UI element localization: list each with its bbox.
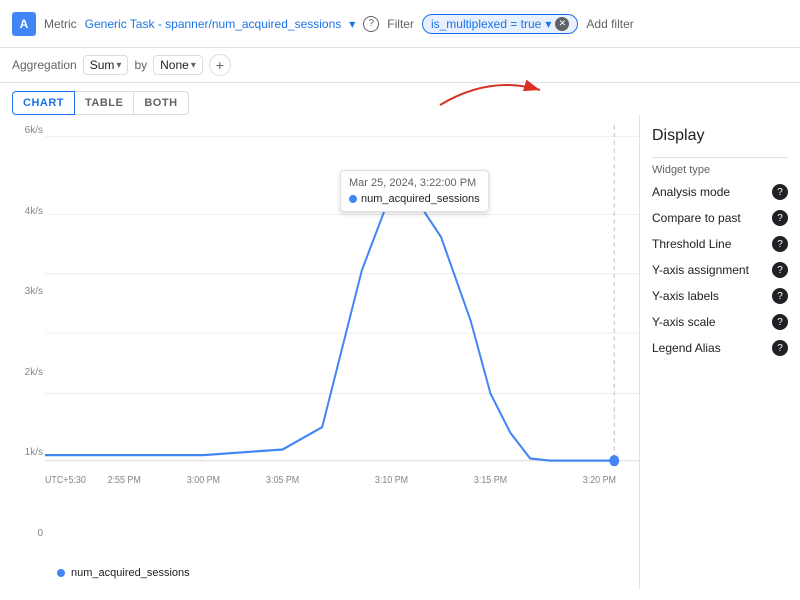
x-label-300: 3:00 PM bbox=[187, 475, 220, 487]
x-label-255: 2:55 PM bbox=[108, 475, 141, 487]
aggregation-label: Aggregation bbox=[12, 58, 77, 72]
chart-line bbox=[45, 192, 614, 461]
y-axis-label-2k: 2k/s bbox=[5, 367, 43, 378]
widget-type-divider bbox=[652, 157, 788, 158]
compare-to-past-row[interactable]: Compare to past ? bbox=[652, 210, 788, 226]
right-panel: Display Widget type Analysis mode ? Comp… bbox=[640, 115, 800, 589]
x-label-315: 3:15 PM bbox=[474, 475, 507, 487]
aggregation-none-chevron: ▾ bbox=[191, 60, 196, 71]
y-axis-scale-help-icon[interactable]: ? bbox=[772, 314, 788, 330]
threshold-line-row[interactable]: Threshold Line ? bbox=[652, 236, 788, 252]
y-axis-assignment-help-icon[interactable]: ? bbox=[772, 262, 788, 278]
metric-help-icon[interactable]: ? bbox=[363, 16, 379, 32]
analysis-mode-help-icon[interactable]: ? bbox=[772, 184, 788, 200]
x-label-utc: UTC+5:30 bbox=[45, 475, 86, 487]
y-axis-labels-row[interactable]: Y-axis labels ? bbox=[652, 288, 788, 304]
chart-area: 6k/s 4k/s 3k/s 2k/s 1k/s 0 bbox=[0, 115, 640, 589]
threshold-line-help-icon[interactable]: ? bbox=[772, 236, 788, 252]
y-axis-label-3k: 3k/s bbox=[5, 286, 43, 297]
widget-type-label: Widget type bbox=[652, 164, 788, 176]
tab-both[interactable]: BOTH bbox=[134, 91, 188, 115]
y-axis-labels-help-icon[interactable]: ? bbox=[772, 288, 788, 304]
add-aggregation-button[interactable]: + bbox=[209, 54, 231, 76]
y-axis-labels-label: Y-axis labels bbox=[652, 289, 719, 303]
filter-chip-close-icon[interactable]: ✕ bbox=[555, 17, 569, 31]
analysis-mode-row[interactable]: Analysis mode ? bbox=[652, 184, 788, 200]
chart-legend: num_acquired_sessions bbox=[45, 561, 202, 585]
x-label-310: 3:10 PM bbox=[375, 475, 408, 487]
legend-alias-help-icon[interactable]: ? bbox=[772, 340, 788, 356]
compare-to-past-help-icon[interactable]: ? bbox=[772, 210, 788, 226]
y-axis-assignment-label: Y-axis assignment bbox=[652, 263, 749, 277]
by-label: by bbox=[134, 58, 147, 72]
filter-chip-dropdown[interactable]: ▾ bbox=[545, 17, 551, 31]
chart-end-dot bbox=[609, 455, 619, 466]
aggregation-sum-select[interactable]: Sum ▾ bbox=[83, 55, 129, 75]
aggregation-none-label: None bbox=[160, 58, 189, 72]
aggregation-none-select[interactable]: None ▾ bbox=[153, 55, 203, 75]
y-axis-scale-label: Y-axis scale bbox=[652, 315, 716, 329]
main-content: 6k/s 4k/s 3k/s 2k/s 1k/s 0 bbox=[0, 115, 800, 589]
avatar: A bbox=[12, 12, 36, 36]
y-axis-label-0: 0 bbox=[5, 528, 43, 539]
filter-chip[interactable]: is_multiplexed = true ▾ ✕ bbox=[422, 14, 578, 34]
threshold-line-label: Threshold Line bbox=[652, 237, 731, 251]
x-label-320: 3:20 PM bbox=[583, 475, 616, 487]
legend-dot bbox=[57, 569, 65, 577]
filter-chip-text: is_multiplexed = true bbox=[431, 17, 541, 31]
y-axis-label-6k: 6k/s bbox=[5, 125, 43, 136]
metric-label: Metric bbox=[44, 17, 77, 31]
chart-tabs: CHART TABLE BOTH bbox=[0, 83, 800, 115]
tab-chart[interactable]: CHART bbox=[12, 91, 75, 115]
x-label-305: 3:05 PM bbox=[266, 475, 299, 487]
aggregation-sum-label: Sum bbox=[90, 58, 115, 72]
chart-svg-container: UTC+5:30 2:55 PM 3:00 PM 3:05 PM 3:10 PM… bbox=[45, 125, 639, 539]
compare-to-past-label: Compare to past bbox=[652, 211, 741, 225]
y-axis-assignment-row[interactable]: Y-axis assignment ? bbox=[652, 262, 788, 278]
legend-label: num_acquired_sessions bbox=[71, 567, 190, 579]
filter-label: Filter bbox=[387, 17, 414, 31]
y-axis-scale-row[interactable]: Y-axis scale ? bbox=[652, 314, 788, 330]
tab-table[interactable]: TABLE bbox=[75, 91, 134, 115]
analysis-mode-label: Analysis mode bbox=[652, 185, 730, 199]
legend-alias-row[interactable]: Legend Alias ? bbox=[652, 340, 788, 356]
metric-dropdown-arrow[interactable]: ▾ bbox=[349, 17, 355, 31]
aggregation-row: Aggregation Sum ▾ by None ▾ + bbox=[0, 48, 800, 83]
add-filter-button[interactable]: Add filter bbox=[586, 17, 633, 31]
y-axis-label-4k: 4k/s bbox=[5, 206, 43, 217]
aggregation-sum-chevron: ▾ bbox=[116, 60, 121, 71]
panel-title: Display bbox=[652, 127, 788, 145]
y-axis-labels: 6k/s 4k/s 3k/s 2k/s 1k/s 0 bbox=[5, 125, 43, 539]
top-bar: A Metric Generic Task - spanner/num_acqu… bbox=[0, 0, 800, 48]
y-axis-label-1k: 1k/s bbox=[5, 447, 43, 458]
legend-alias-label: Legend Alias bbox=[652, 341, 721, 355]
chart-svg: UTC+5:30 2:55 PM 3:00 PM 3:05 PM 3:10 PM… bbox=[45, 125, 639, 539]
metric-value[interactable]: Generic Task - spanner/num_acquired_sess… bbox=[85, 17, 342, 31]
